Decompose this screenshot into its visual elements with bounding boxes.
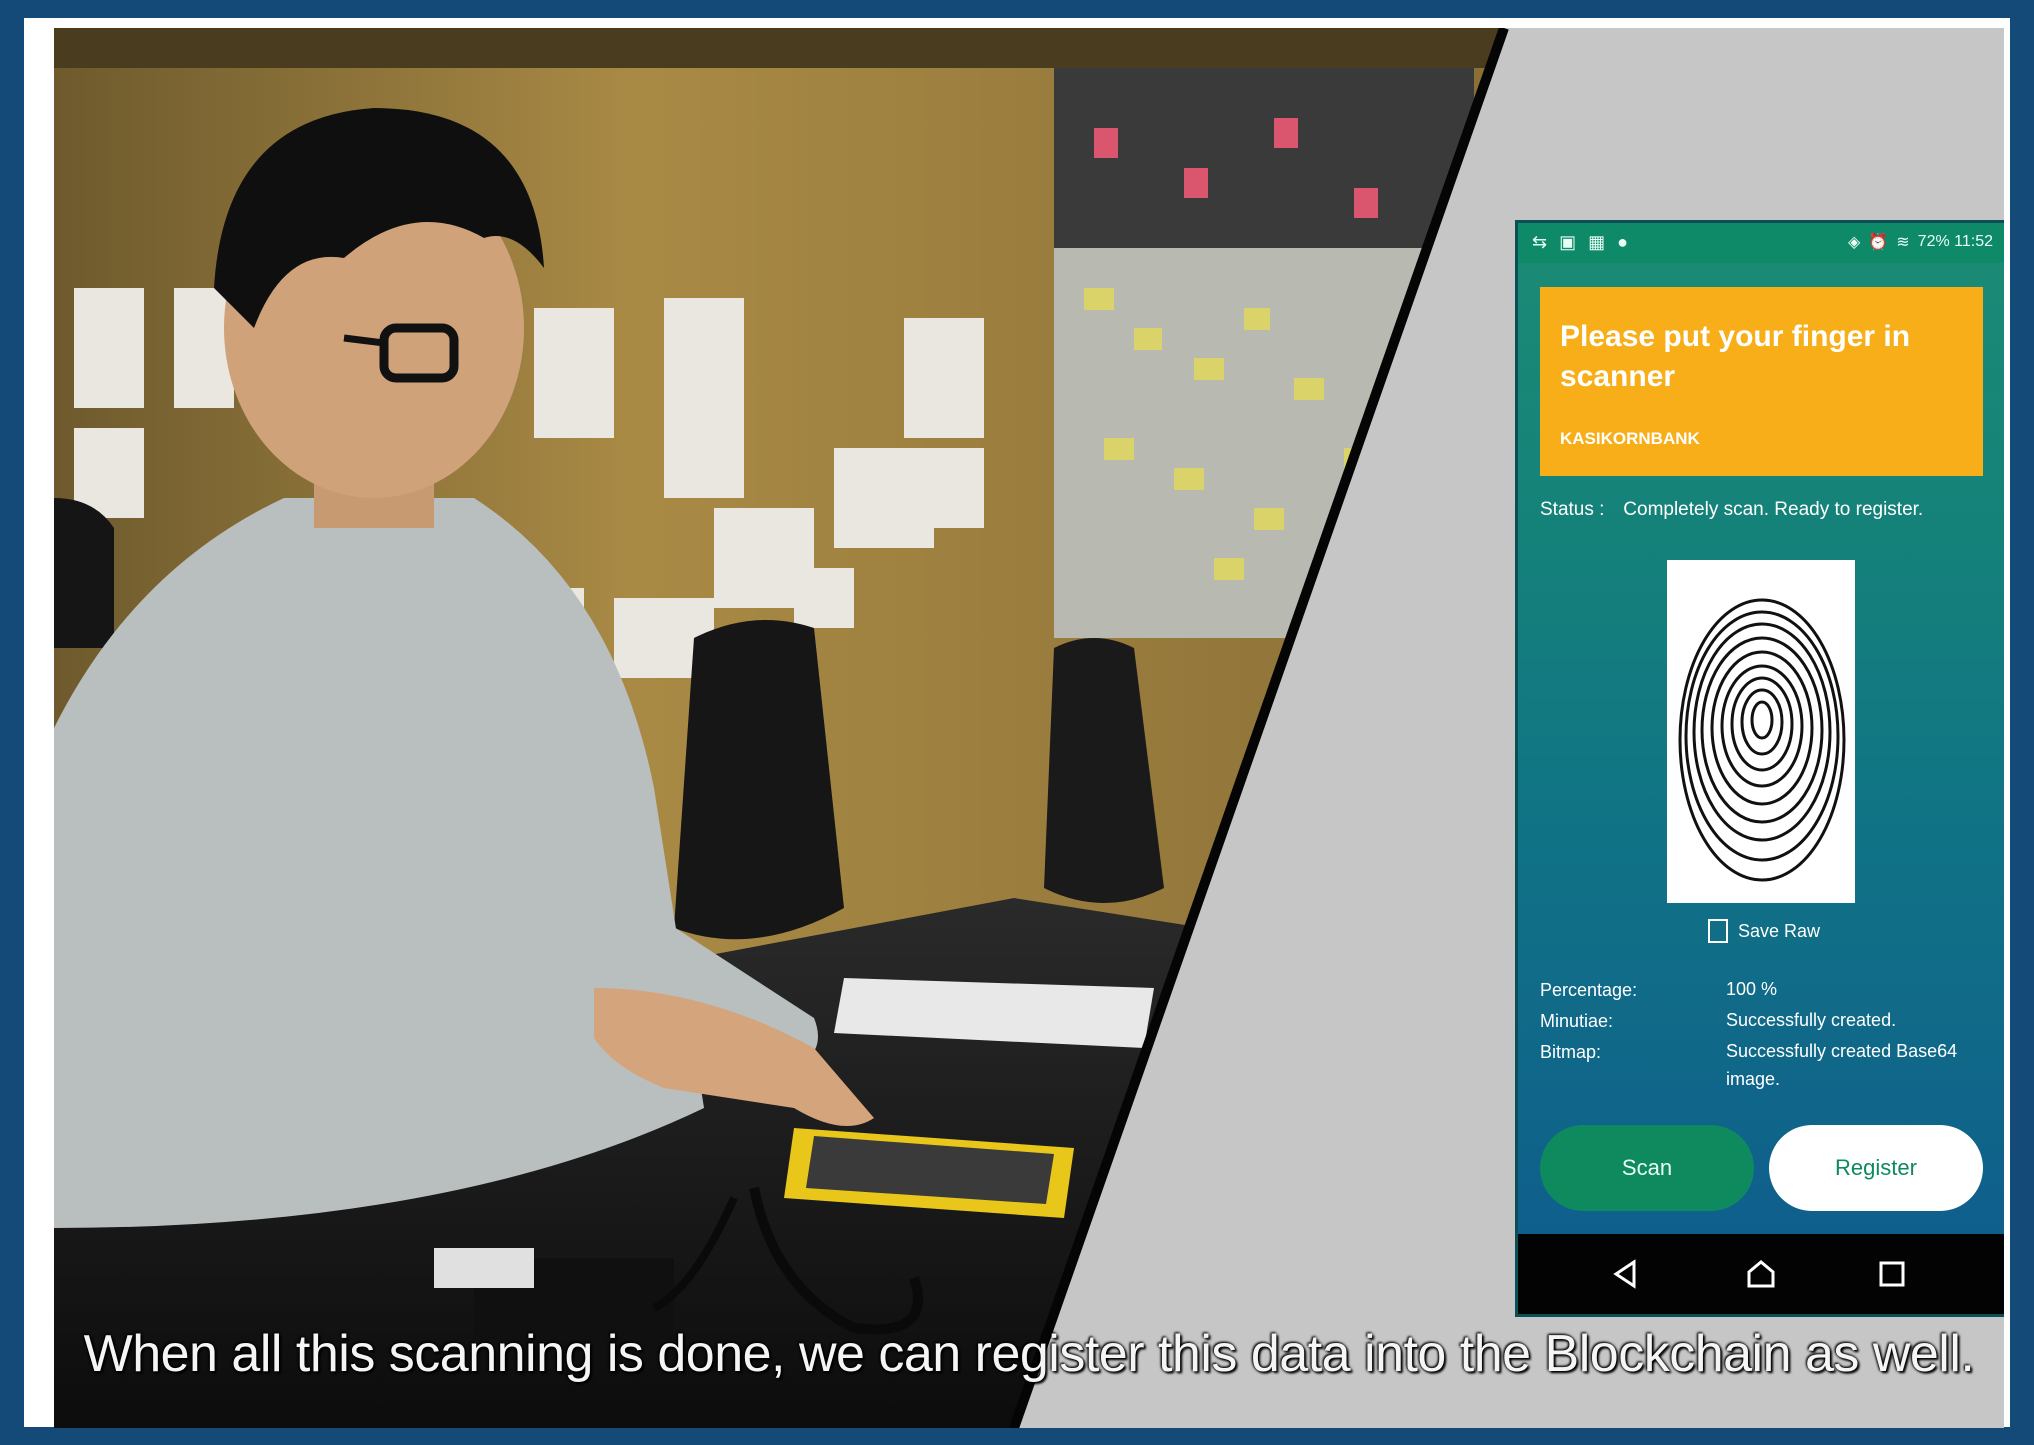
save-raw-label: Save Raw: [1738, 920, 1821, 941]
back-icon[interactable]: [1608, 1256, 1644, 1292]
scan-info: Percentage: 100 % Minutiae: Successfully…: [1540, 975, 1990, 1089]
info-value: Successfully created.: [1726, 1010, 1897, 1030]
app-background: ⇆ ▣ ▦ ● ◈ ⏰ ≋ 72% 11:52 Please put your …: [1518, 223, 2004, 1234]
info-row-percentage: Percentage: 100 %: [1540, 975, 1990, 1006]
home-icon[interactable]: [1743, 1256, 1779, 1292]
info-row-minutiae: Minutiae: Successfully created.: [1540, 1006, 1990, 1037]
vibrate-icon: ◈: [1848, 234, 1861, 251]
android-nav-bar: [1518, 1234, 2004, 1314]
video-stage: ⇆ ▣ ▦ ● ◈ ⏰ ≋ 72% 11:52 Please put your …: [54, 28, 2004, 1428]
dot-icon: ●: [1617, 232, 1628, 252]
notification-icons: ⇆ ▣ ▦ ●: [1532, 232, 1628, 253]
bank-name: KASIKORNBANK: [1560, 429, 1700, 448]
instruction-card: Please put your finger in scanner KASIKO…: [1540, 287, 1983, 476]
status-label: Status :: [1540, 499, 1605, 520]
info-value: 100 %: [1726, 979, 1778, 999]
instruction-title: Please put your finger in scanner: [1560, 320, 1911, 393]
video-subtitle: When all this scanning is done, we can r…: [83, 1325, 1975, 1383]
info-value: Successfully created Base64 image.: [1726, 1041, 1958, 1089]
scan-button[interactable]: Scan: [1540, 1125, 1754, 1211]
info-row-bitmap: Bitmap: Successfully created Base64 imag…: [1540, 1037, 1990, 1089]
save-raw-option[interactable]: Save Raw: [1708, 919, 1820, 943]
battery-time: 72% 11:52: [1917, 233, 1993, 250]
wifi-icon: ≋: [1896, 234, 1910, 251]
status-value: Completely scan. Ready to register.: [1623, 499, 1924, 520]
app-notification-icon: ▦: [1588, 232, 1606, 252]
info-key: Minutiae:: [1540, 1011, 1614, 1031]
register-button[interactable]: Register: [1769, 1125, 1983, 1211]
phone-screen: ⇆ ▣ ▦ ● ◈ ⏰ ≋ 72% 11:52 Please put your …: [1518, 223, 2004, 1314]
video-frame: ⇆ ▣ ▦ ● ◈ ⏰ ≋ 72% 11:52 Please put your …: [0, 0, 2034, 1445]
info-key: Percentage:: [1540, 980, 1638, 1000]
fingerprint-icon: [1678, 598, 1846, 882]
system-icons: ◈ ⏰ ≋ 72% 11:52: [1848, 232, 1993, 252]
scan-status: Status : Completely scan. Ready to regis…: [1540, 499, 1990, 521]
frame-inner: ⇆ ▣ ▦ ● ◈ ⏰ ≋ 72% 11:52 Please put your …: [24, 18, 2010, 1428]
save-raw-checkbox[interactable]: [1708, 919, 1728, 943]
facebook-icon: ▣: [1559, 232, 1577, 252]
alarm-icon: ⏰: [1868, 234, 1889, 251]
status-bar: ⇆ ▣ ▦ ● ◈ ⏰ ≋ 72% 11:52: [1518, 223, 2004, 263]
recents-icon[interactable]: [1874, 1256, 1910, 1292]
usb-icon: ⇆: [1532, 232, 1548, 252]
info-key: Bitmap:: [1540, 1042, 1602, 1062]
fingerprint-image: [1667, 560, 1855, 903]
